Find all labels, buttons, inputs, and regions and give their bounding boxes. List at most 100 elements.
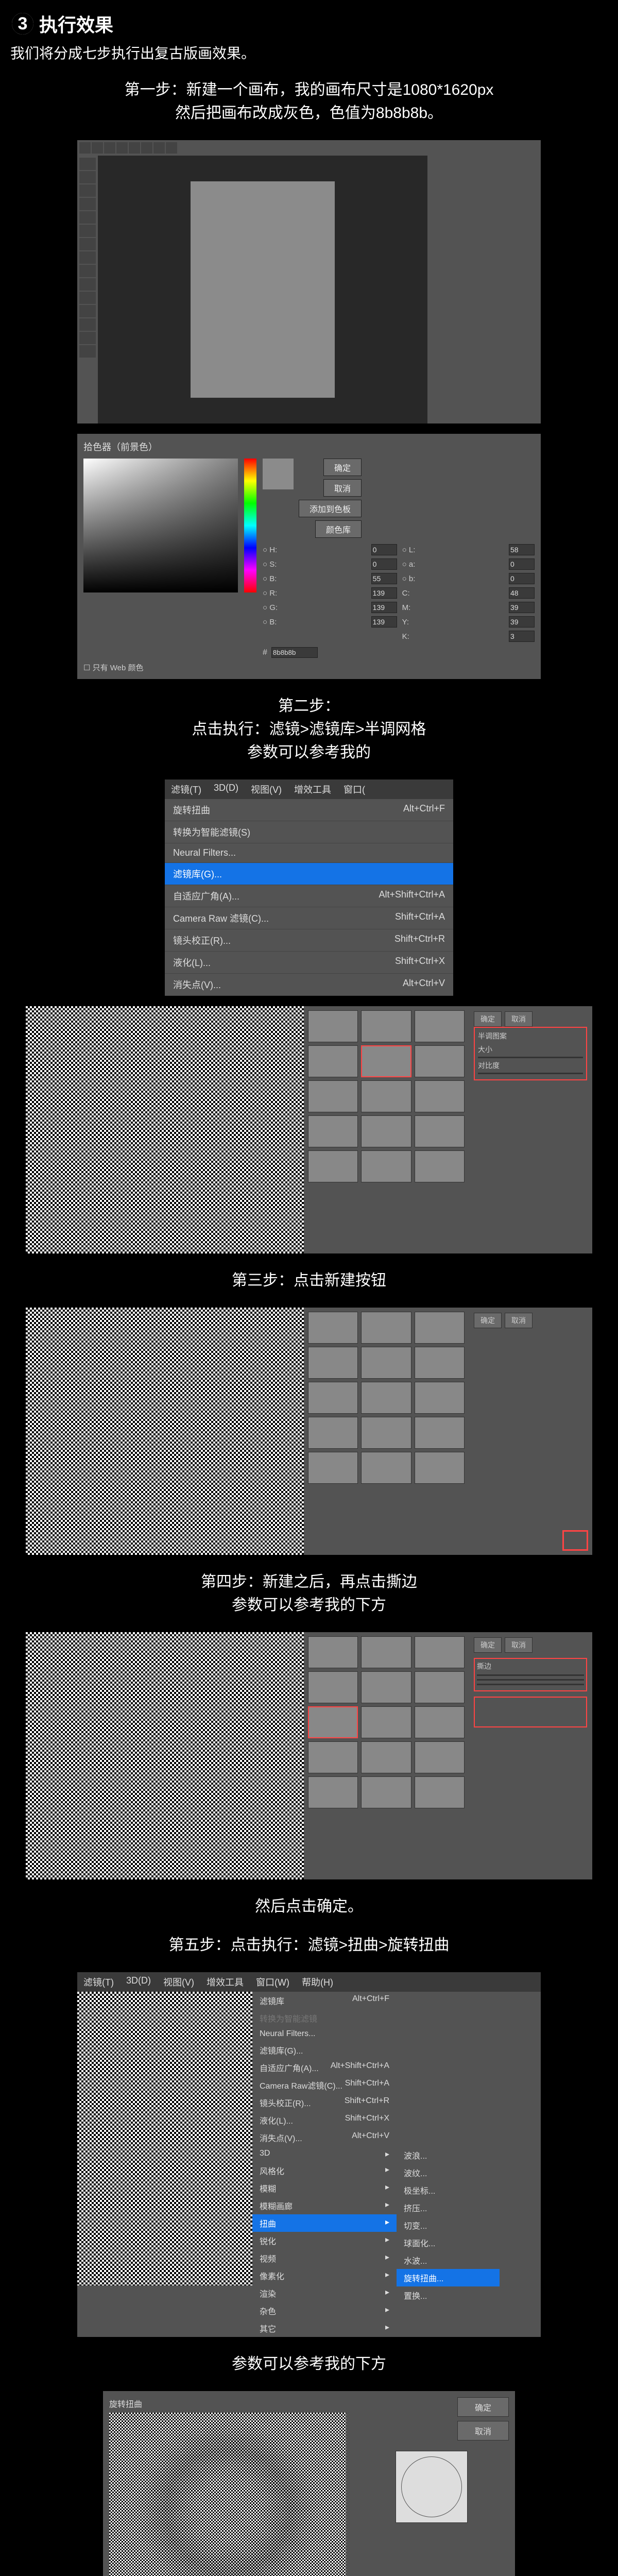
- menu-item[interactable]: 液化(L)...Shift+Ctrl+X: [252, 2111, 397, 2129]
- menu-tab[interactable]: 增效工具: [288, 779, 337, 799]
- menu-item[interactable]: 消失点(V)...Alt+Ctrl+V: [165, 974, 453, 996]
- after-ok-text: 然后点击确定。: [10, 1895, 608, 1918]
- menu-item[interactable]: 渲染▸: [252, 2284, 397, 2302]
- menu-item[interactable]: Neural Filters...: [252, 2027, 397, 2041]
- menu-item[interactable]: 液化(L)...Shift+Ctrl+X: [165, 952, 453, 974]
- ps-panels: [427, 156, 541, 423]
- toolbar-item[interactable]: [79, 142, 91, 154]
- menu-item[interactable]: 像素化▸: [252, 2267, 397, 2284]
- filter-gallery-dialog: 确定取消 半调图案 大小 对比度: [26, 1006, 592, 1253]
- menu-tab[interactable]: 视图(V): [245, 779, 288, 799]
- b2-input[interactable]: [509, 573, 535, 584]
- menu-tab[interactable]: 增效工具: [200, 1972, 250, 1992]
- ps-tools-panel: [77, 156, 98, 423]
- hex-input[interactable]: [271, 647, 318, 658]
- ok-button[interactable]: 确定: [323, 459, 362, 476]
- h-input[interactable]: [371, 544, 397, 555]
- step5b-text: 参数可以参考我的下方: [10, 2352, 608, 2376]
- y-input[interactable]: [509, 616, 535, 628]
- torn-params-box: 撕边: [474, 1658, 587, 1691]
- menu-item[interactable]: 其它▸: [252, 2319, 397, 2337]
- menu-item[interactable]: 滤镜库(G)...: [252, 2041, 397, 2059]
- new-layer-button-highlight[interactable]: [562, 1530, 588, 1551]
- menu-tab[interactable]: 帮助(H): [296, 1972, 339, 1992]
- gallery-cancel[interactable]: 取消: [505, 1011, 533, 1027]
- gallery-ok[interactable]: 确定: [474, 1011, 502, 1027]
- c-input[interactable]: [509, 587, 535, 599]
- section-title: 执行效果: [39, 10, 113, 37]
- b-input[interactable]: [371, 573, 397, 584]
- filter-gallery-dialog-2: 确定取消: [26, 1308, 592, 1555]
- menu-tab[interactable]: 窗口(W): [250, 1972, 296, 1992]
- menu-tab[interactable]: 窗口(: [337, 779, 371, 799]
- add-swatch-button[interactable]: 添加到色板: [299, 500, 362, 517]
- filter-params-box: 半调图案 大小 对比度: [474, 1027, 587, 1080]
- twirl-preview: [109, 2413, 346, 2576]
- menu-item[interactable]: 自适应广角(A)...Alt+Shift+Ctrl+A: [252, 2059, 397, 2076]
- halftone-thumb[interactable]: [361, 1045, 411, 1077]
- hue-slider[interactable]: [244, 459, 256, 592]
- menu-item[interactable]: 锐化▸: [252, 2232, 397, 2249]
- l-input[interactable]: [509, 544, 535, 555]
- menu-item[interactable]: 扭曲▸: [252, 2214, 397, 2232]
- torn-edges-thumb[interactable]: [308, 1706, 358, 1738]
- step-number-badge: 3: [10, 11, 35, 36]
- submenu-item[interactable]: 球面化...: [397, 2234, 500, 2251]
- twirl-diagram: [396, 2451, 468, 2523]
- menu-tab[interactable]: 滤镜(T): [77, 1972, 120, 1992]
- menu-item[interactable]: 转换为智能滤镜(S): [165, 821, 453, 843]
- twirl-cancel[interactable]: 取消: [457, 2421, 509, 2441]
- filter-menu: 滤镜(T)3D(D)视图(V)增效工具窗口( 旋转扭曲Alt+Ctrl+F转换为…: [165, 779, 453, 996]
- menu-item[interactable]: 3D▸: [252, 2146, 397, 2162]
- menu-item[interactable]: 视频▸: [252, 2249, 397, 2267]
- menu-tab[interactable]: 视图(V): [157, 1972, 200, 1992]
- step3-text: 第三步：点击新建按钮: [10, 1269, 608, 1292]
- filter-gallery-dialog-3: 确定取消 撕边: [26, 1632, 592, 1879]
- cancel-button[interactable]: 取消: [323, 479, 362, 497]
- submenu-item[interactable]: 挤压...: [397, 2199, 500, 2216]
- menu-item[interactable]: 消失点(V)...Alt+Ctrl+V: [252, 2129, 397, 2146]
- menu-tab[interactable]: 3D(D): [120, 1972, 157, 1992]
- twirl-title: 旋转扭曲: [109, 2397, 346, 2410]
- step1-text: 第一步：新建一个画布，我的画布尺寸是1080*1620px 然后把画布改成灰色，…: [10, 78, 608, 125]
- menu-item[interactable]: 自适应广角(A)...Alt+Shift+Ctrl+A: [165, 885, 453, 907]
- menu-item[interactable]: 滤镜库(G)...: [165, 863, 453, 885]
- photoshop-window: [77, 140, 541, 423]
- bv-input[interactable]: [371, 616, 397, 628]
- submenu-item[interactable]: 波浪...: [397, 2146, 500, 2164]
- menu-item[interactable]: Camera Raw滤镜(C)...Shift+Ctrl+A: [252, 2076, 397, 2094]
- menu-item[interactable]: 镜头校正(R)...Shift+Ctrl+R: [252, 2094, 397, 2111]
- twirl-ok[interactable]: 确定: [457, 2397, 509, 2417]
- menu-item[interactable]: Camera Raw 滤镜(C)...Shift+Ctrl+A: [165, 907, 453, 929]
- color-library-button[interactable]: 颜色库: [315, 520, 362, 538]
- menu-item[interactable]: 风格化▸: [252, 2162, 397, 2179]
- menu-item[interactable]: 模糊▸: [252, 2179, 397, 2197]
- k-input[interactable]: [509, 631, 535, 642]
- m-input[interactable]: [509, 602, 535, 613]
- submenu-item[interactable]: 极坐标...: [397, 2181, 500, 2199]
- submenu-item[interactable]: 置换...: [397, 2286, 500, 2304]
- submenu-item[interactable]: 旋转扭曲...: [397, 2269, 500, 2286]
- menu-item[interactable]: 模糊画廊▸: [252, 2197, 397, 2214]
- submenu-item[interactable]: 水波...: [397, 2251, 500, 2269]
- menu-item[interactable]: 杂色▸: [252, 2302, 397, 2319]
- menu-item[interactable]: 镜头校正(R)...Shift+Ctrl+R: [165, 929, 453, 952]
- submenu-item[interactable]: 波纹...: [397, 2164, 500, 2181]
- color-swatch: [263, 459, 294, 540]
- menu-tab[interactable]: 3D(D): [208, 779, 245, 799]
- r-input[interactable]: [371, 587, 397, 599]
- halftone-bg: [77, 1992, 252, 2285]
- menu-item[interactable]: Neural Filters...: [165, 843, 453, 863]
- color-spectrum[interactable]: [83, 459, 238, 592]
- a-input[interactable]: [509, 558, 535, 570]
- menu-tab[interactable]: 滤镜(T): [165, 779, 208, 799]
- step2-text: 第二步： 点击执行：滤镜>滤镜库>半调网格 参数可以参考我的: [10, 694, 608, 764]
- submenu-item[interactable]: 切变...: [397, 2216, 500, 2234]
- filter-thumbnails: [304, 1006, 469, 1253]
- s-input[interactable]: [371, 558, 397, 570]
- menu-item[interactable]: 滤镜库Alt+Ctrl+F: [252, 1992, 397, 2009]
- g-input[interactable]: [371, 602, 397, 613]
- filter-preview: [26, 1006, 304, 1253]
- menu-item[interactable]: 旋转扭曲Alt+Ctrl+F: [165, 799, 453, 821]
- color-picker-dialog: 拾色器（前景色） 确定 取消 添加到色板 颜色库 ○ H:○ L: ○ S:○ …: [77, 434, 541, 679]
